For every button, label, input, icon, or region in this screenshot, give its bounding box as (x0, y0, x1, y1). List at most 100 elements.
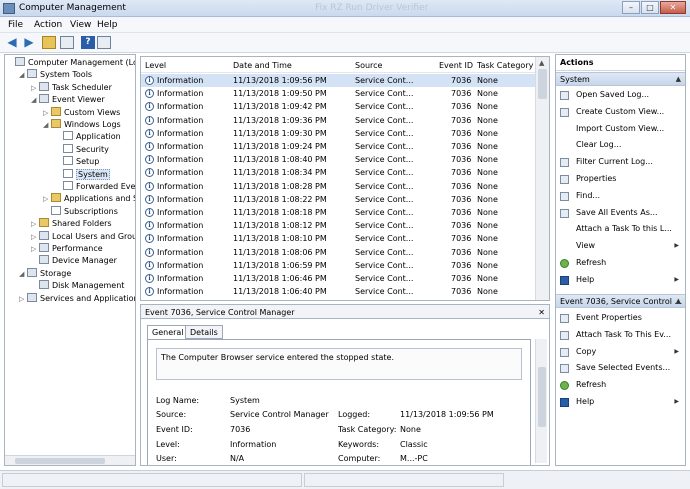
events-vertical-scrollbar[interactable]: ▲ (535, 57, 549, 300)
action-attach-task-to-this-ev[interactable]: Attach Task To This Ev... (556, 328, 685, 342)
action-import-custom-view[interactable]: Import Custom View... (556, 122, 685, 136)
menu-file[interactable]: File (8, 20, 23, 30)
table-row[interactable]: i Information 11/13/2018 1:08:10 PM Service… (141, 232, 535, 245)
expand-toggle-icon[interactable]: ▷ (31, 82, 39, 94)
up-folder-icon[interactable] (42, 36, 56, 49)
tree-horizontal-scrollbar[interactable] (5, 455, 135, 465)
table-row[interactable]: i Information 11/13/2018 1:08:34 PM Service… (141, 166, 535, 179)
table-row[interactable]: i Information 11/13/2018 1:08:28 PM Service… (141, 180, 535, 193)
show-hide-action-pane-icon[interactable] (97, 36, 111, 49)
action-help[interactable]: Help ▶ (556, 273, 685, 287)
collapse-caret-icon[interactable]: ▲ (676, 75, 681, 83)
show-hide-tree-icon[interactable] (60, 36, 74, 49)
tree-item[interactable]: ▷ Custom Views (43, 106, 120, 119)
action-filter-current-log[interactable]: Filter Current Log... (556, 155, 685, 169)
menu-view[interactable]: View (70, 20, 91, 30)
tree-item[interactable]: Forwarded Event (55, 181, 136, 193)
menu-help[interactable]: Help (97, 20, 118, 30)
tree-item[interactable]: Setup (55, 156, 99, 168)
action-create-custom-view[interactable]: Create Custom View... (556, 105, 685, 119)
expand-toggle-icon[interactable]: ▷ (43, 107, 51, 119)
table-row[interactable]: i Information 11/13/2018 1:06:59 PM Service… (141, 259, 535, 272)
source-cell: Service Cont... (355, 168, 414, 178)
action-save-selected-events[interactable]: Save Selected Events... (556, 361, 685, 375)
forward-arrow-icon[interactable]: ▶ (22, 36, 36, 49)
tree-item[interactable]: Disk Management (31, 280, 124, 292)
tree-item[interactable]: ▷ Applications and Se (43, 193, 135, 205)
expand-toggle-icon[interactable]: ◢ (43, 119, 51, 131)
tree-item[interactable]: System (55, 168, 110, 181)
close-detail-icon[interactable]: ✕ (538, 308, 545, 317)
expand-toggle-icon[interactable]: ◢ (19, 69, 27, 81)
action-open-saved-log[interactable]: Open Saved Log... (556, 88, 685, 102)
tree-item[interactable]: ▷ Shared Folders (31, 218, 112, 230)
minimize-button[interactable]: – (622, 1, 640, 14)
table-row[interactable]: i Information 11/13/2018 1:09:24 PM Service… (141, 140, 535, 153)
tree-item[interactable]: ▷ Services and Applications (19, 292, 135, 305)
column-source[interactable]: Source (355, 61, 382, 70)
table-row[interactable]: i Information 11/13/2018 1:08:12 PM Service… (141, 219, 535, 232)
action-refresh[interactable]: Refresh (556, 378, 685, 392)
action-help[interactable]: Help ▶ (556, 395, 685, 409)
tab-general[interactable]: General (147, 325, 189, 340)
action-copy[interactable]: Copy ▶ (556, 345, 685, 359)
expand-toggle-icon[interactable]: ▷ (19, 293, 27, 305)
table-row[interactable]: i Information 11/13/2018 1:08:18 PM Service… (141, 206, 535, 219)
source-cell: Service Cont... (355, 234, 414, 244)
action-save-all-events-as[interactable]: Save All Events As... (556, 206, 685, 220)
back-arrow-icon[interactable]: ◀ (5, 36, 19, 49)
action-attach-a-task-to-this-l[interactable]: Attach a Task To this L... (556, 222, 685, 236)
menu-action[interactable]: Action (34, 20, 62, 30)
table-row[interactable]: i Information 11/13/2018 1:08:22 PM Service… (141, 193, 535, 206)
table-row[interactable]: i Information 11/13/2018 1:09:30 PM Service… (141, 127, 535, 140)
column-event-id[interactable]: Event ID (439, 61, 473, 70)
actions-section-system[interactable]: System ▲ (556, 72, 685, 86)
tree-item[interactable]: ◢ Storage (19, 267, 71, 280)
tree-item[interactable]: Security (55, 143, 109, 156)
table-row[interactable]: i Information 11/13/2018 1:08:40 PM Service… (141, 153, 535, 166)
action-find[interactable]: Find... (556, 189, 685, 203)
expand-toggle-icon[interactable]: ◢ (31, 94, 39, 106)
tree-item[interactable]: Computer Management (Local (7, 57, 135, 69)
tab-details[interactable]: Details (185, 325, 223, 339)
tree-item[interactable]: Device Manager (31, 255, 117, 267)
column-task-category[interactable]: Task Category (477, 61, 533, 70)
help-icon[interactable]: ? (81, 36, 95, 49)
tree-item[interactable]: ▷ Performance (31, 243, 103, 255)
column-date-time[interactable]: Date and Time (233, 61, 292, 70)
action-event-properties[interactable]: Event Properties (556, 311, 685, 325)
level-cell: Information (157, 155, 204, 165)
table-row[interactable]: i Information 11/13/2018 1:06:40 PM Service… (141, 285, 535, 298)
action-properties[interactable]: Properties (556, 172, 685, 186)
maximize-button[interactable]: □ (641, 1, 659, 14)
tree-item[interactable]: ▷ Task Scheduler (31, 81, 112, 94)
action-refresh[interactable]: Refresh (556, 256, 685, 270)
table-row[interactable]: i Information 11/13/2018 1:09:42 PM Service… (141, 100, 535, 113)
close-button[interactable]: ✕ (660, 1, 686, 14)
expand-toggle-icon[interactable]: ◢ (19, 268, 27, 280)
expand-toggle-icon[interactable]: ▷ (31, 218, 39, 230)
expand-toggle-icon[interactable]: ▷ (31, 231, 39, 243)
actions-section-event[interactable]: Event 7036, Service Control ... ▲ (556, 294, 685, 308)
table-row[interactable]: i Information 11/13/2018 1:08:06 PM Service… (141, 246, 535, 259)
action-view[interactable]: View ▶ (556, 239, 685, 253)
table-row[interactable]: i Information 11/13/2018 1:09:56 PM Service… (141, 74, 535, 87)
expand-toggle-icon[interactable]: ▷ (43, 193, 51, 205)
tree-item[interactable]: Subscriptions (43, 205, 118, 218)
table-row[interactable]: i Information 11/13/2018 1:09:50 PM Service… (141, 87, 535, 100)
tree-item[interactable]: ◢ Event Viewer (31, 94, 105, 106)
detail-vertical-scrollbar[interactable] (535, 339, 547, 463)
tree-item-label: Forwarded Event (76, 182, 136, 191)
tree-item[interactable]: Application (55, 131, 121, 143)
tree-item[interactable]: ▷ Local Users and Groups (31, 230, 135, 243)
column-level[interactable]: Level (145, 61, 166, 70)
collapse-caret-icon[interactable]: ▲ (676, 297, 681, 305)
table-row[interactable]: i Information 11/13/2018 1:06:46 PM Service… (141, 272, 535, 285)
viewer-icon (39, 94, 49, 104)
expand-toggle-icon[interactable]: ▷ (31, 243, 39, 255)
table-row[interactable]: i Information 11/13/2018 1:09:36 PM Service… (141, 114, 535, 127)
action-clear-log[interactable]: Clear Log... (556, 138, 685, 152)
tree-item[interactable]: ◢ System Tools (19, 69, 92, 81)
tree-item[interactable]: ◢ Windows Logs (43, 119, 121, 131)
information-icon: i (145, 260, 154, 270)
